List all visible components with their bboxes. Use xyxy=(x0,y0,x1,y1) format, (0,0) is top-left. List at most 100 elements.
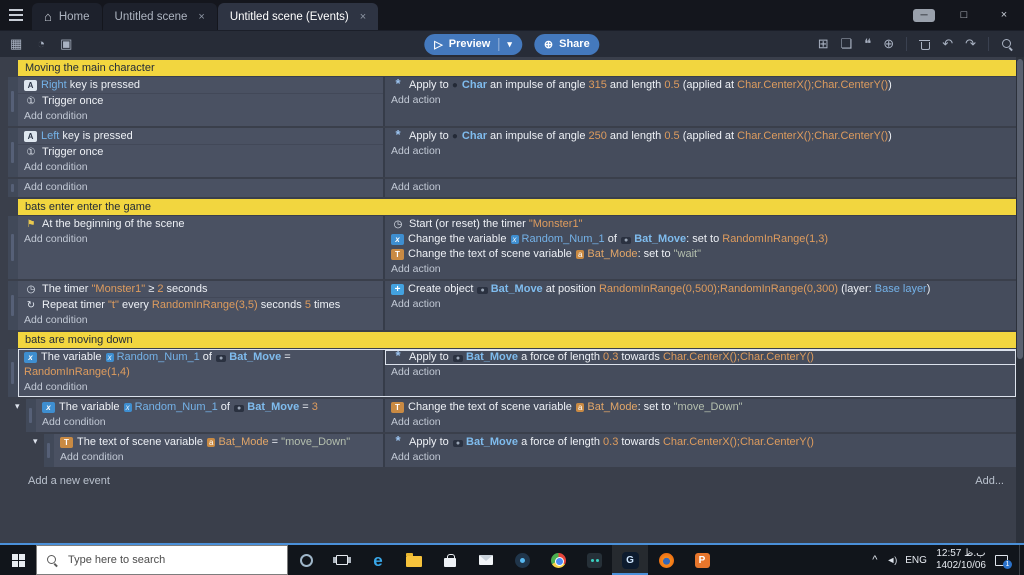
chevron-up-icon[interactable]: ^ xyxy=(872,554,877,566)
add-condition-link[interactable]: Add condition xyxy=(18,232,383,247)
condition-line[interactable]: ① Trigger once xyxy=(18,144,383,160)
condition-line[interactable]: x The variable x Random_Num_1 of ● Bat_Move… xyxy=(36,400,383,415)
add-circle-icon[interactable]: ⊕ xyxy=(883,36,894,52)
condition-line[interactable]: A Left key is pressed xyxy=(18,129,383,144)
photo-app-button[interactable]: P xyxy=(684,545,720,575)
conditions-cell[interactable]: ◷ The timer "Monster1" ≥ 2 seconds ↻ Repeat… xyxy=(18,281,383,330)
add-action-link[interactable]: Add action xyxy=(385,262,1016,277)
task-view-button[interactable] xyxy=(324,545,360,575)
collapse-caret-icon[interactable]: ▾ xyxy=(15,401,20,412)
condition-line[interactable]: ◷ The timer "Monster1" ≥ 2 seconds xyxy=(18,282,383,297)
add-action-link[interactable]: Add action xyxy=(385,415,1016,430)
close-icon[interactable]: × xyxy=(198,11,204,23)
event-drag-handle[interactable] xyxy=(8,77,18,126)
chrome-button[interactable] xyxy=(540,545,576,575)
actions-cell[interactable]: * Apply to ● Bat_Move a force of length 0.… xyxy=(383,434,1016,467)
actions-cell[interactable]: T Change the text of scene variable a Bat_… xyxy=(383,399,1016,432)
language-indicator[interactable]: ENG xyxy=(905,555,927,566)
clock[interactable]: 12:57 ب.ظ 1402/10/06 xyxy=(936,548,986,572)
add-condition-link[interactable]: Add condition xyxy=(54,450,383,465)
action-line[interactable]: * Apply to ● Char an impulse of angle 315… xyxy=(385,77,1016,93)
firefox-button[interactable] xyxy=(648,545,684,575)
add-action-link[interactable]: Add action xyxy=(385,365,1016,380)
close-button[interactable]: × xyxy=(984,0,1024,30)
mail-button[interactable] xyxy=(468,545,504,575)
history-icon[interactable]: ◔ xyxy=(37,36,45,52)
actions-cell[interactable]: * Apply to ● Char an impulse of angle 315… xyxy=(383,77,1016,126)
add-condition-link[interactable]: Add condition xyxy=(18,160,383,175)
scrollbar-thumb[interactable] xyxy=(1017,59,1023,359)
add-condition-link[interactable]: Add condition xyxy=(18,380,383,395)
preview-button[interactable]: ▷ Preview ▾ xyxy=(424,33,522,55)
action-line[interactable]: T Change the text of scene variable a Bat_… xyxy=(385,400,1016,415)
comment-bar[interactable]: bats are moving down xyxy=(18,332,1016,348)
gdevelop-button[interactable]: G xyxy=(612,545,648,575)
trash-icon[interactable] xyxy=(919,38,931,51)
add-condition-link[interactable]: Add condition xyxy=(36,415,383,430)
action-line[interactable]: x Change the variable x Random_Num_1 of ● B… xyxy=(385,232,1016,247)
edge-app-button[interactable]: e xyxy=(360,545,396,575)
add-action-link[interactable]: Add action xyxy=(385,144,1016,159)
store-button[interactable] xyxy=(432,545,468,575)
action-line[interactable]: + Create object ● Bat_Move at position Ran… xyxy=(385,282,1016,297)
taskbar-search-input[interactable]: Type here to search xyxy=(36,545,288,575)
conditions-cell[interactable]: A Right key is pressed ① Trigger once Add co… xyxy=(18,77,383,126)
action-line[interactable]: ◷ Start (or reset) the timer "Monster1" xyxy=(385,217,1016,232)
condition-line[interactable]: ① Trigger once xyxy=(18,93,383,109)
search-icon[interactable] xyxy=(1001,38,1014,51)
condition-line[interactable]: x The variable x Random_Num_1 of ● Bat_Move… xyxy=(18,350,383,380)
event-drag-handle[interactable] xyxy=(26,399,36,432)
add-action-link[interactable]: Add action xyxy=(385,93,1016,108)
tab-untitled-scene-events[interactable]: Untitled scene (Events) × xyxy=(217,3,379,30)
actions-cell[interactable]: ◷ Start (or reset) the timer "Monster1" x C… xyxy=(383,216,1016,279)
minimize-button[interactable]: ─ xyxy=(904,0,944,30)
event-drag-handle[interactable] xyxy=(8,128,18,177)
collapse-caret-icon[interactable]: ▾ xyxy=(33,436,38,447)
menu-icon[interactable] xyxy=(0,0,32,30)
condition-line[interactable]: A Right key is pressed xyxy=(18,78,383,93)
cortana-button[interactable] xyxy=(288,545,324,575)
add-more-link[interactable]: Add... xyxy=(975,475,1004,487)
action-line[interactable]: * Apply to ● Bat_Move a force of length 0.… xyxy=(385,434,1016,450)
start-button[interactable] xyxy=(0,545,36,575)
conditions-cell[interactable]: x The variable x Random_Num_1 of ● Bat_Move… xyxy=(36,399,383,432)
conditions-cell[interactable]: Add condition xyxy=(18,179,383,197)
file-explorer-button[interactable] xyxy=(396,545,432,575)
conditions-cell[interactable]: ⚑ At the beginning of the scene Add condit… xyxy=(18,216,383,279)
action-line[interactable]: T Change the text of scene variable a Bat_… xyxy=(385,247,1016,262)
add-action-link[interactable]: Add action xyxy=(385,297,1016,312)
event-drag-handle[interactable] xyxy=(8,216,18,279)
event-drag-handle[interactable] xyxy=(44,434,54,467)
media-player-button[interactable] xyxy=(504,545,540,575)
actions-cell[interactable]: * Apply to ● Bat_Move a force of length 0.… xyxy=(383,349,1016,397)
dark-app-button[interactable] xyxy=(576,545,612,575)
maximize-button[interactable]: □ xyxy=(944,0,984,30)
actions-cell[interactable]: + Create object ● Bat_Move at position Ran… xyxy=(383,281,1016,330)
actions-cell[interactable]: Add action xyxy=(383,179,1016,197)
layout-icon[interactable]: ▦ xyxy=(10,36,22,52)
add-action-link[interactable]: Add action xyxy=(385,450,1016,465)
action-line[interactable]: * Apply to ● Bat_Move a force of length 0.… xyxy=(385,349,1016,365)
event-drag-handle[interactable] xyxy=(8,179,18,197)
conditions-cell[interactable]: x The variable x Random_Num_1 of ● Bat_Move… xyxy=(18,349,383,397)
add-condition-link[interactable]: Add condition xyxy=(18,180,383,195)
comment-bar[interactable]: Moving the main character xyxy=(18,60,1016,76)
vertical-scrollbar[interactable] xyxy=(1016,57,1024,543)
event-drag-handle[interactable] xyxy=(8,349,18,397)
actions-cell[interactable]: * Apply to ● Char an impulse of angle 250… xyxy=(383,128,1016,177)
show-desktop-button[interactable] xyxy=(1019,545,1024,575)
comment-bar[interactable]: bats enter enter the game xyxy=(18,199,1016,215)
add-comment-icon[interactable]: ❝ xyxy=(864,36,871,52)
conditions-cell[interactable]: A Left key is pressed ① Trigger once Add con… xyxy=(18,128,383,177)
add-condition-link[interactable]: Add condition xyxy=(18,313,383,328)
add-subevent-icon[interactable]: ❏ xyxy=(841,36,853,52)
condition-line[interactable]: T The text of scene variable a Bat_Mode = … xyxy=(54,435,383,450)
undo-icon[interactable]: ↶ xyxy=(942,36,953,52)
close-icon[interactable]: × xyxy=(360,11,366,23)
tab-home[interactable]: ⌂ Home xyxy=(32,3,102,30)
condition-line[interactable]: ⚑ At the beginning of the scene xyxy=(18,217,383,232)
volume-icon[interactable]: ◄) xyxy=(886,555,897,565)
chevron-down-icon[interactable]: ▾ xyxy=(507,39,512,50)
add-action-link[interactable]: Add action xyxy=(385,180,1016,195)
condition-line[interactable]: ↻ Repeat timer "t" every RandomInRange(3,… xyxy=(18,297,383,313)
